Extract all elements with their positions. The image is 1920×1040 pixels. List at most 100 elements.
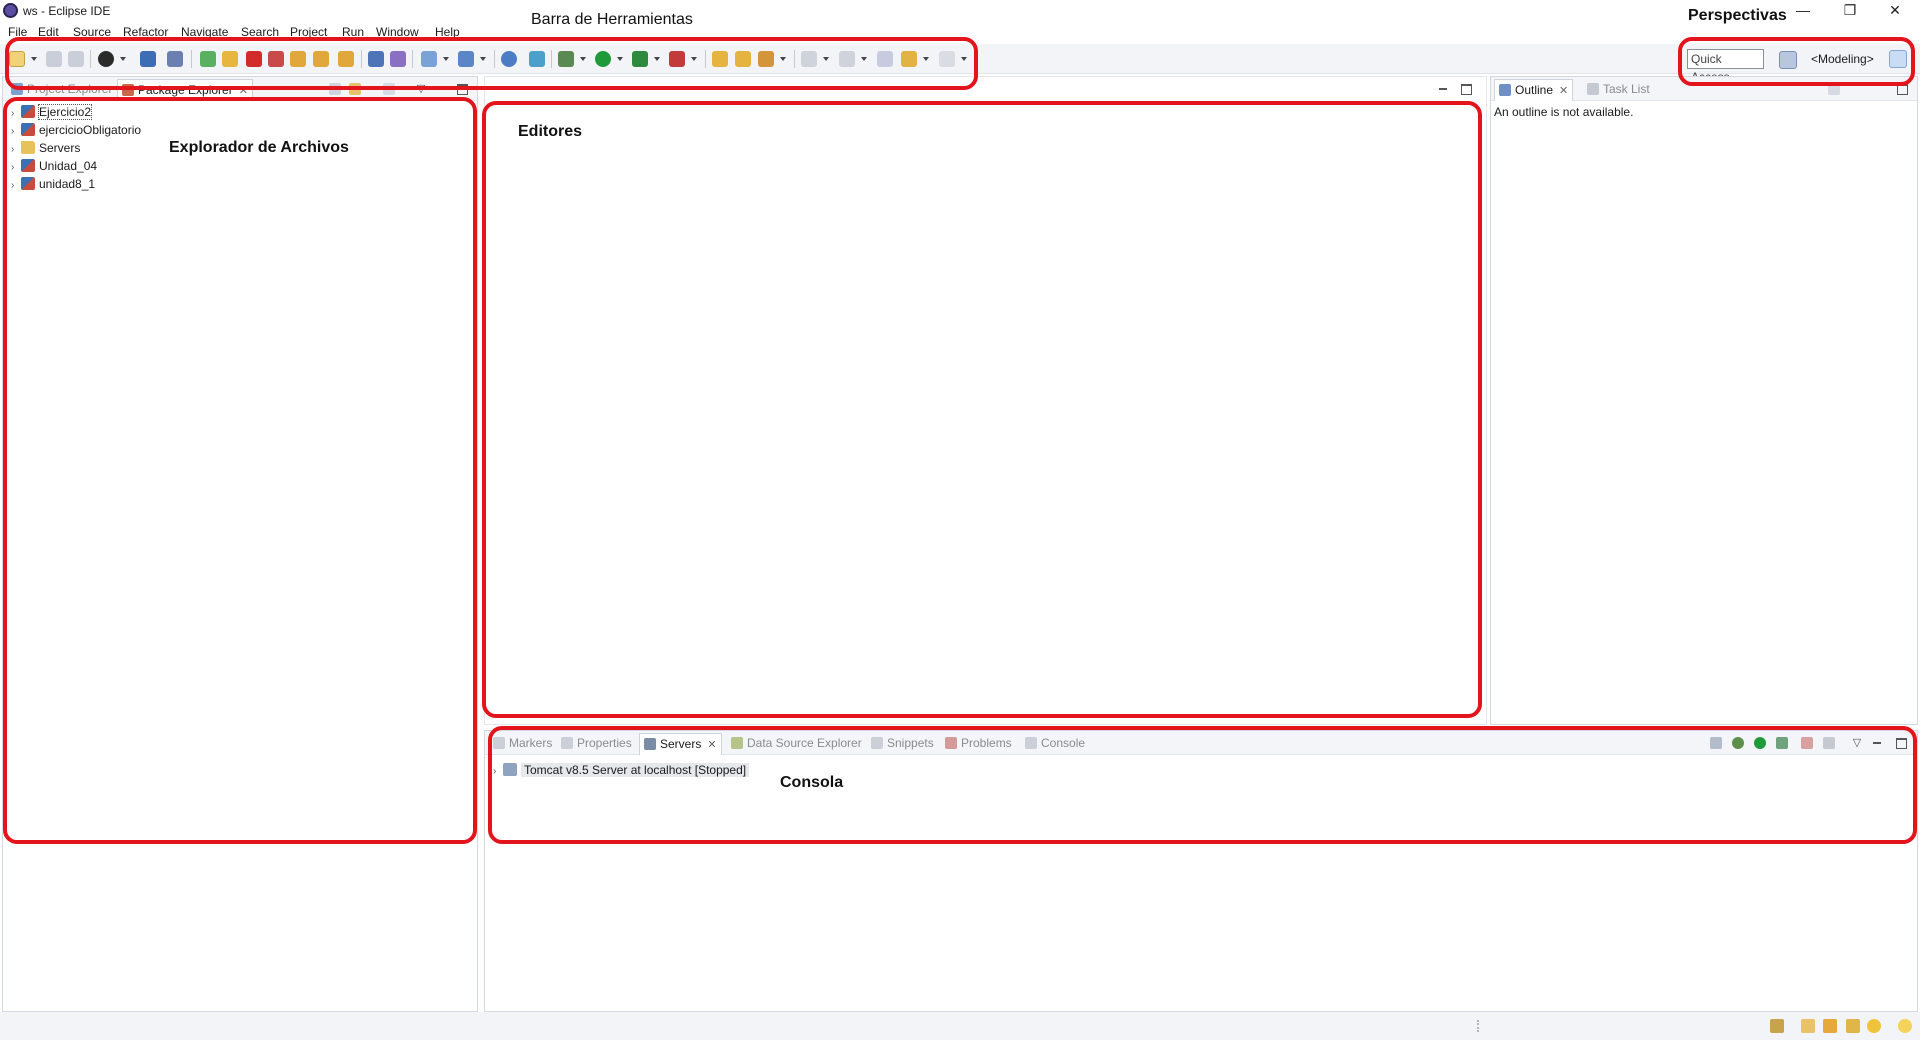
editor-area[interactable] <box>484 76 1487 725</box>
tip-lightbulb-icon[interactable] <box>1898 1019 1912 1033</box>
back-dropdown-icon[interactable] <box>923 57 929 61</box>
restore-button[interactable]: ❐ <box>1830 1 1870 21</box>
tree-item-servers[interactable]: › Servers <box>11 140 80 157</box>
tab-console[interactable]: Console <box>1025 735 1085 753</box>
tab-problems[interactable]: Problems <box>945 735 1012 753</box>
terminal-icon[interactable] <box>140 51 156 67</box>
previous-annotation-dropdown-icon[interactable] <box>861 57 867 61</box>
next-annotation-icon[interactable] <box>801 51 817 67</box>
link-with-editor-icon[interactable] <box>349 83 361 95</box>
back-icon[interactable] <box>901 51 917 67</box>
menu-help[interactable]: Help <box>435 25 460 39</box>
tab-task-list[interactable]: Task List <box>1587 81 1650 99</box>
java-ee-perspective-icon[interactable] <box>1889 50 1907 68</box>
close-button[interactable]: ✕ <box>1875 1 1915 21</box>
tab-markers[interactable]: Markers <box>493 735 552 753</box>
chevron-right-icon[interactable]: › <box>11 177 19 194</box>
refresh-server-icon[interactable] <box>529 51 545 67</box>
debug-dropdown-icon[interactable] <box>580 57 586 61</box>
tab-project-explorer[interactable]: Project Explorer <box>11 81 112 99</box>
menu-edit[interactable]: Edit <box>38 25 59 39</box>
save-icon[interactable] <box>46 51 62 67</box>
close-tab-icon[interactable]: ✕ <box>239 85 248 97</box>
perspective-modeling[interactable]: <Modeling> <box>1811 52 1874 66</box>
new-class-icon[interactable] <box>458 51 474 67</box>
focus-icon[interactable] <box>383 83 395 95</box>
maximize-editor-icon[interactable] <box>1460 83 1472 95</box>
new-server-dropdown-icon[interactable] <box>443 57 449 61</box>
publish-server-icon[interactable] <box>1823 737 1835 749</box>
view-menu-icon[interactable]: ▽ <box>1851 737 1863 749</box>
tree-item-project[interactable]: › unidad8_1 <box>11 176 95 193</box>
pencil-icon[interactable] <box>1846 1019 1860 1033</box>
chevron-right-icon[interactable]: › <box>11 159 19 176</box>
collapse-all-icon[interactable] <box>329 83 341 95</box>
quick-access-input[interactable]: Quick Access <box>1687 49 1764 84</box>
stop-server-icon[interactable] <box>1801 737 1813 749</box>
run-icon[interactable] <box>595 51 611 67</box>
tree-item-project[interactable]: › ejercicioObligatorio <box>11 122 141 139</box>
open-task-icon[interactable] <box>368 51 384 67</box>
search-dropdown-icon[interactable] <box>780 57 786 61</box>
maximize-view-icon[interactable] <box>1896 83 1908 95</box>
menu-file[interactable]: File <box>8 25 27 39</box>
open-folder-icon[interactable] <box>735 51 751 67</box>
terminate-icon[interactable] <box>246 51 262 67</box>
web-browser-icon[interactable] <box>501 51 517 67</box>
suspend-icon[interactable] <box>222 51 238 67</box>
menu-window[interactable]: Window <box>376 25 419 39</box>
close-tab-icon[interactable]: ✕ <box>1559 85 1568 97</box>
debug-server-icon[interactable] <box>1732 737 1744 749</box>
new-server-icon[interactable] <box>421 51 437 67</box>
chevron-right-icon[interactable]: › <box>11 141 19 158</box>
open-type-icon[interactable] <box>712 51 728 67</box>
maximize-view-icon[interactable] <box>456 83 468 95</box>
debug-icon[interactable] <box>558 51 574 67</box>
tutorial-icon[interactable] <box>1823 1019 1837 1033</box>
view-menu-icon[interactable]: ▽ <box>415 83 427 95</box>
new-class-dropdown-icon[interactable] <box>480 57 486 61</box>
menu-source[interactable]: Source <box>73 25 111 39</box>
tab-outline[interactable]: Outline ✕ <box>1494 79 1574 101</box>
coverage-icon[interactable] <box>632 51 648 67</box>
toggle-mark-icon[interactable] <box>390 51 406 67</box>
profile-server-icon[interactable] <box>1776 737 1788 749</box>
skip-breakpoints-icon[interactable] <box>167 51 183 67</box>
previous-annotation-icon[interactable] <box>839 51 855 67</box>
tab-servers[interactable]: Servers ✕ <box>639 733 722 755</box>
menu-refactor[interactable]: Refactor <box>123 25 168 39</box>
new-dropdown-icon[interactable] <box>31 57 37 61</box>
minimize-view-icon[interactable] <box>433 83 445 95</box>
tree-item-project[interactable]: › Unidad_04 <box>11 158 97 175</box>
menu-run[interactable]: Run <box>342 25 364 39</box>
focus-icon[interactable] <box>1828 83 1840 95</box>
maximize-view-icon[interactable] <box>1895 737 1907 749</box>
updates-icon[interactable] <box>1867 1019 1881 1033</box>
tree-item-project[interactable]: › Ejercicio2 <box>11 104 93 122</box>
chevron-right-icon[interactable]: › <box>493 763 501 780</box>
menu-project[interactable]: Project <box>290 25 327 39</box>
server-tree-item[interactable]: › Tomcat v8.5 Server at localhost [Stoppe… <box>493 762 750 780</box>
step-over-icon[interactable] <box>313 51 329 67</box>
account-dropdown-icon[interactable] <box>120 57 126 61</box>
last-edit-icon[interactable] <box>877 51 893 67</box>
account-icon[interactable] <box>98 51 114 67</box>
tab-data-source-explorer[interactable]: Data Source Explorer <box>731 735 862 753</box>
tab-package-explorer[interactable]: Package Explorer ✕ <box>117 79 253 101</box>
chevron-right-icon[interactable]: › <box>11 105 19 122</box>
run-dropdown-icon[interactable] <box>617 57 623 61</box>
tab-snippets[interactable]: Snippets <box>871 735 934 753</box>
chevron-right-icon[interactable]: › <box>11 123 19 140</box>
minimize-button[interactable]: — <box>1783 1 1823 21</box>
search-icon[interactable] <box>758 51 774 67</box>
book-icon[interactable] <box>1801 1019 1815 1033</box>
external-tools-dropdown-icon[interactable] <box>691 57 697 61</box>
tasks-icon[interactable] <box>1770 1019 1784 1033</box>
step-return-icon[interactable] <box>338 51 354 67</box>
close-tab-icon[interactable]: ✕ <box>707 739 716 751</box>
forward-icon[interactable] <box>939 51 955 67</box>
start-server-icon[interactable] <box>1754 737 1766 749</box>
save-all-icon[interactable] <box>68 51 84 67</box>
open-perspective-icon[interactable] <box>1779 51 1797 69</box>
minimize-view-icon[interactable] <box>1871 737 1883 749</box>
